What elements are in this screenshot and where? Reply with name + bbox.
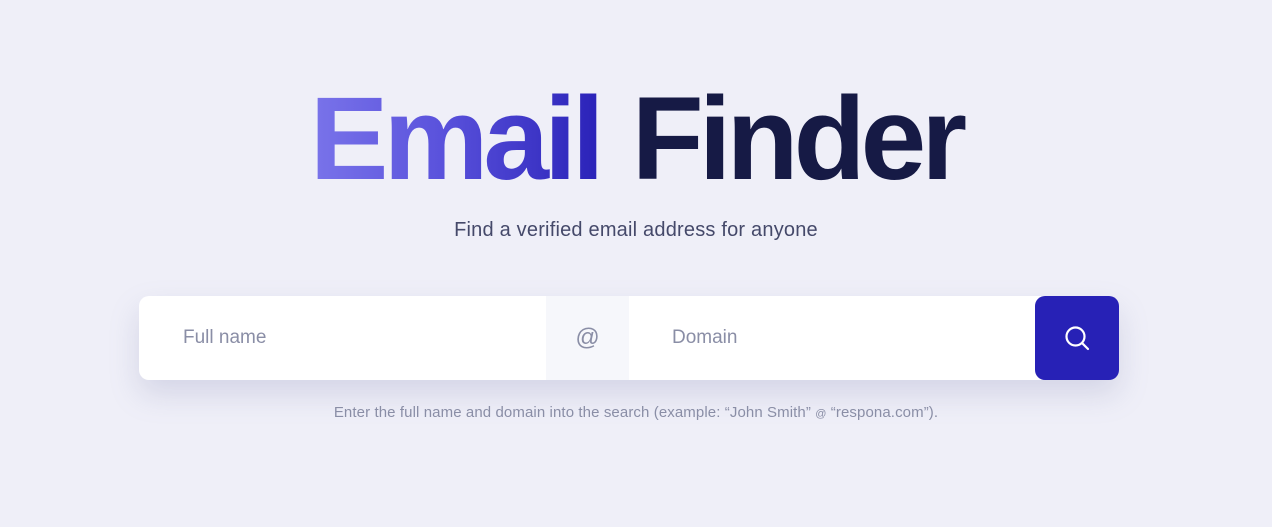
full-name-input[interactable] (139, 296, 546, 380)
search-hint: Enter the full name and domain into the … (0, 403, 1272, 424)
title-accent-word: Email (309, 73, 605, 205)
page-title: Email Finder (0, 74, 1272, 204)
search-button[interactable] (1035, 296, 1119, 380)
page-subtitle: Find a verified email address for anyone (454, 219, 818, 241)
search-icon (1065, 326, 1090, 351)
at-separator: @ (546, 296, 629, 380)
title-main-word: Finder (631, 73, 968, 205)
hint-prefix: Enter the full name and domain into the … (333, 404, 816, 421)
domain-input[interactable] (629, 296, 1035, 380)
hint-at-symbol: @ (815, 408, 827, 420)
full-name-field (139, 296, 546, 380)
domain-field (629, 296, 1035, 380)
hint-suffix: “respona.com”). (826, 404, 939, 421)
email-search-form: @ (139, 296, 1119, 380)
